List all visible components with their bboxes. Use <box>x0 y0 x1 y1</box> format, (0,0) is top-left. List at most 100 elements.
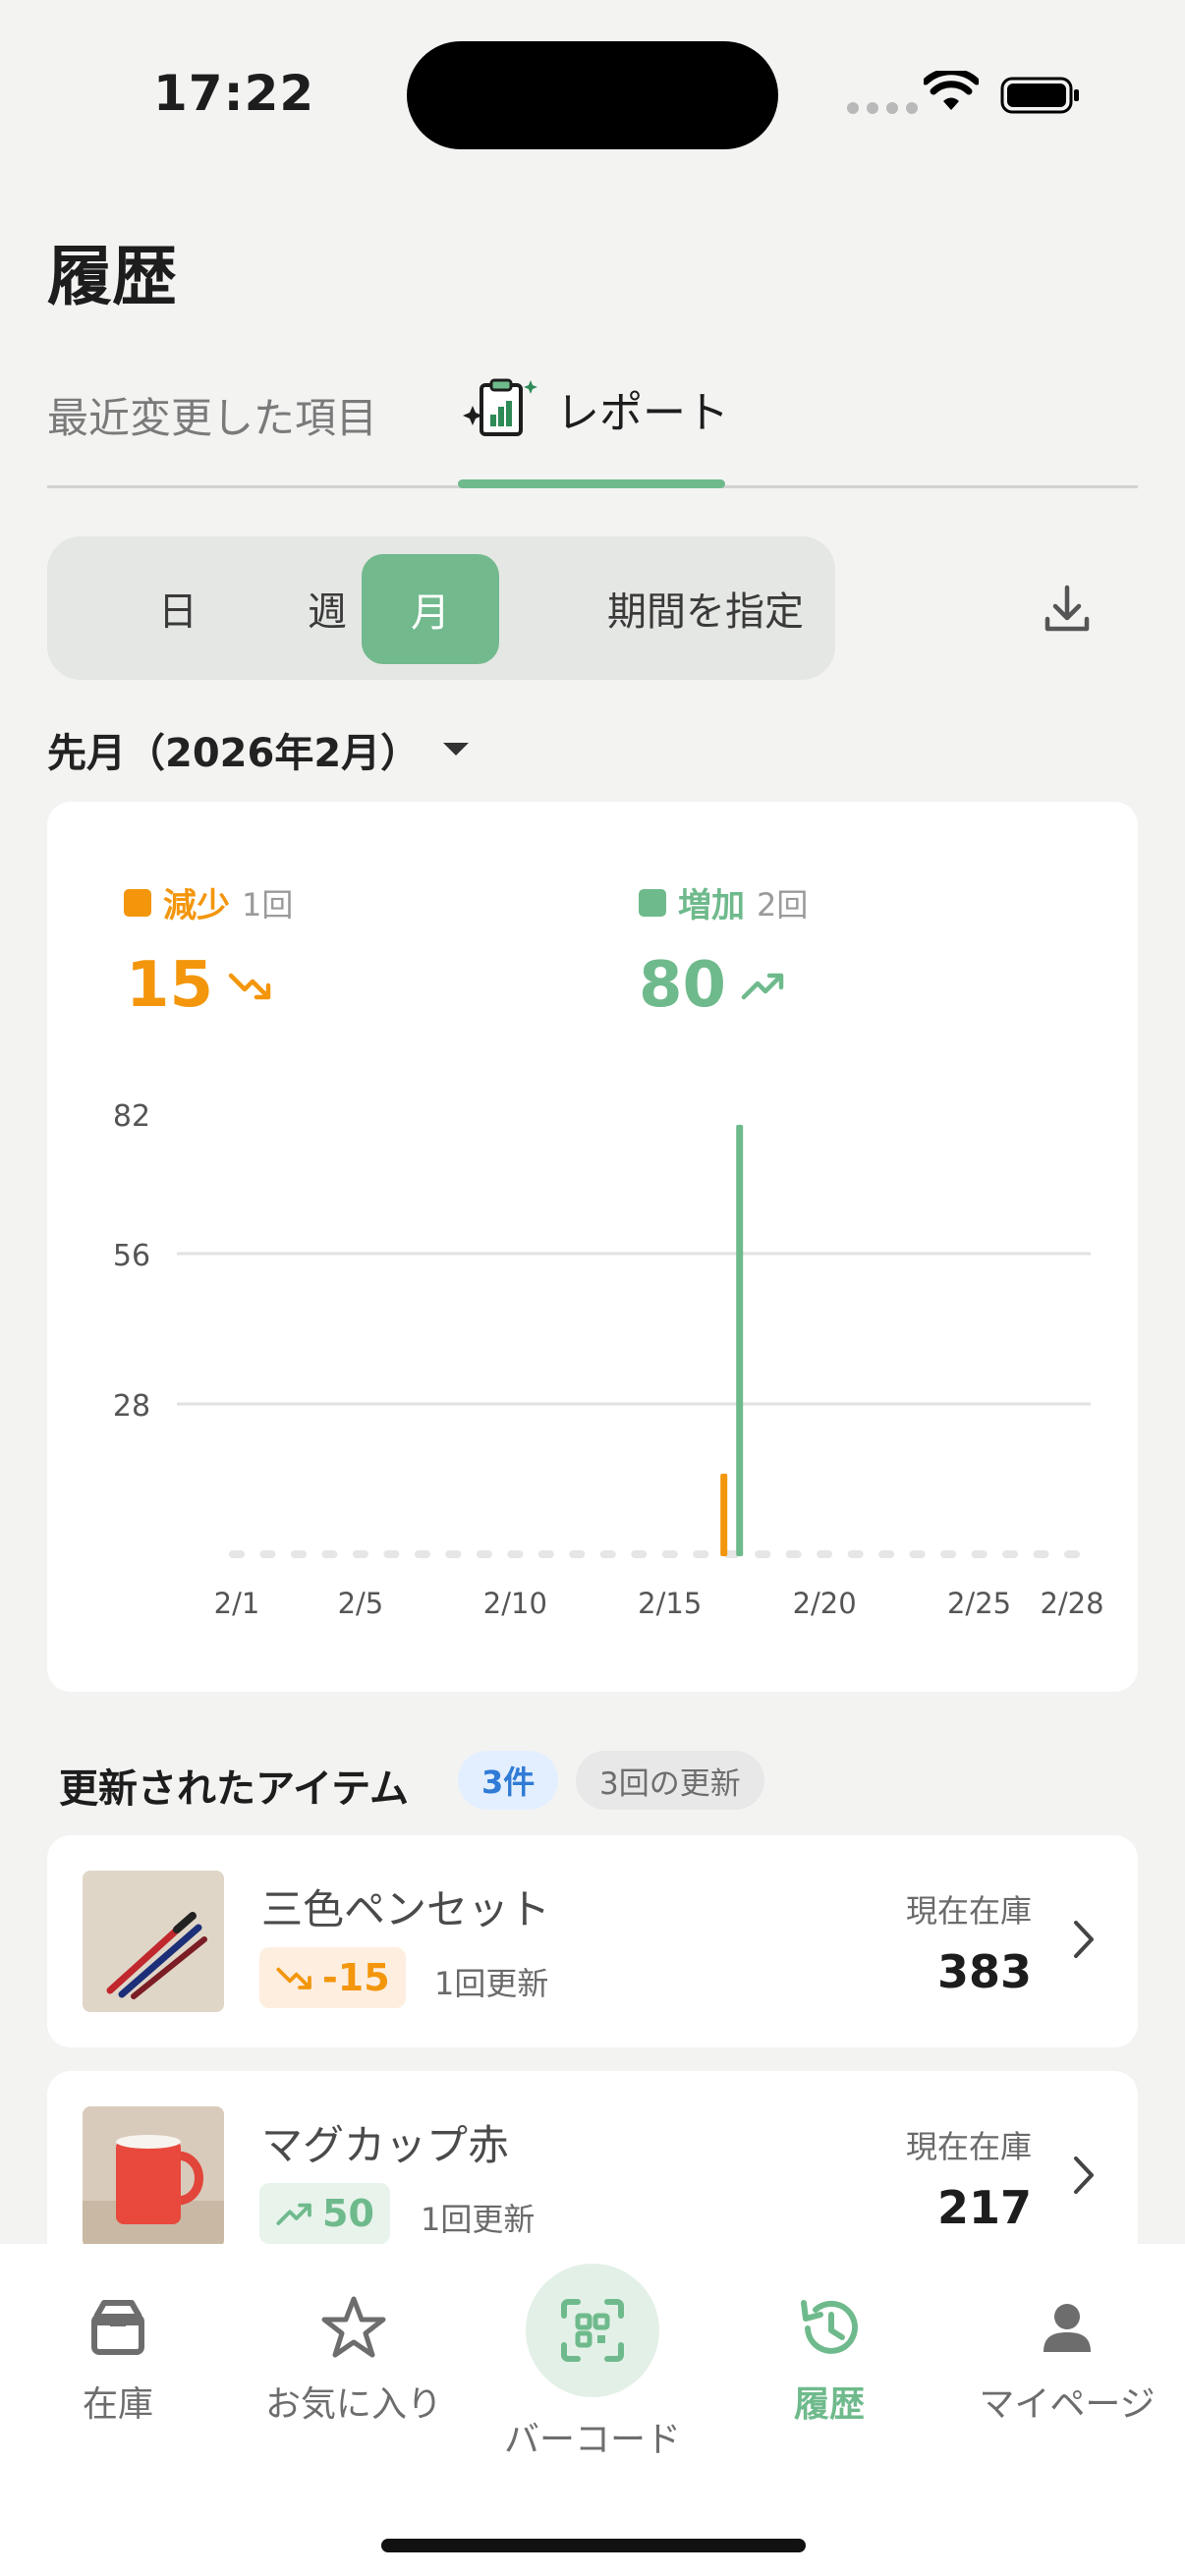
baseline-day-mark <box>599 1550 616 1558</box>
tab-report-label: レポート <box>556 388 729 438</box>
home-indicator <box>381 2539 806 2552</box>
item-name: マグカップ赤 <box>261 2121 510 2169</box>
y-tick-label: 82 <box>113 1099 150 1134</box>
x-tick-label: 2/1 <box>214 1587 260 1620</box>
baseline-day-mark <box>1064 1550 1080 1558</box>
baseline-day-mark <box>940 1550 957 1558</box>
items-count-badge: 3件 <box>458 1751 559 1810</box>
item-delta-value: -15 <box>322 1956 390 1999</box>
star-icon <box>321 2296 386 2358</box>
baseline-day-mark <box>755 1550 771 1558</box>
stock-label: 現在在庫 <box>905 2128 1032 2165</box>
stock-value: 383 <box>936 1945 1032 1998</box>
status-time: 17:22 <box>153 65 315 122</box>
cellular-signal-icon <box>847 102 918 114</box>
item-delta-badge: 50 <box>259 2183 390 2244</box>
baseline-day-mark <box>661 1550 678 1558</box>
baseline-day-mark <box>290 1550 307 1558</box>
x-tick-label: 2/10 <box>483 1587 547 1620</box>
y-tick-label: 28 <box>113 1389 150 1424</box>
x-tick-label: 2/15 <box>638 1587 702 1620</box>
nav-barcode-label: バーコード <box>503 2420 681 2460</box>
baseline-day-mark <box>909 1550 926 1558</box>
baseline-day-mark <box>693 1550 709 1558</box>
person-icon <box>1044 2304 1091 2352</box>
period-label: 先月（2026年2月） <box>47 731 421 776</box>
download-icon[interactable] <box>1038 580 1097 639</box>
report-chart-card: 減少 1回 増加 2回 15 80 28 56 82 2/1 2/5 2/10 2/15 2/… <box>47 802 1138 1692</box>
nav-history-label: 履歴 <box>793 2384 865 2425</box>
bottom-tab-bar: 在庫 お気に入り バーコード 履歴 マイページ <box>0 2244 1185 2576</box>
baseline-day-mark <box>878 1550 895 1558</box>
baseline-day-mark <box>476 1550 492 1558</box>
nav-history[interactable]: 履歴 <box>711 2293 947 2427</box>
baseline-day-mark <box>569 1550 586 1558</box>
x-tick-label: 2/5 <box>338 1587 384 1620</box>
pen-set-thumbnail <box>83 1871 224 2012</box>
decrease-bar <box>720 1474 728 1556</box>
baseline-day-mark <box>971 1550 988 1558</box>
item-delta-value: 50 <box>322 2192 374 2235</box>
x-tick-label: 2/28 <box>1040 1587 1103 1620</box>
report-clipboard-icon <box>463 378 537 436</box>
nav-stock[interactable]: 在庫 <box>0 2293 236 2427</box>
baseline-day-mark <box>445 1550 462 1558</box>
period-segmented-control: 日 週 月 期間を指定 <box>47 536 835 680</box>
baseline-day-mark <box>229 1550 245 1558</box>
baseline-day-mark <box>1002 1550 1019 1558</box>
x-tick-label: 2/25 <box>947 1587 1011 1620</box>
y-tick-label: 56 <box>113 1239 150 1273</box>
page-title: 履歴 <box>47 239 177 314</box>
dynamic-island <box>407 41 778 149</box>
baseline-day-mark <box>321 1550 338 1558</box>
baseline-day-mark <box>507 1550 524 1558</box>
report-bar-chart: 28 56 82 2/1 2/5 2/10 2/15 2/20 2/25 2/28 <box>113 1099 1104 1620</box>
item-update-count: 1回更新 <box>421 2201 536 2238</box>
tab-report[interactable]: レポート <box>462 377 729 440</box>
period-selector[interactable]: 先月（2026年2月） <box>47 721 471 778</box>
nav-stock-label: 在庫 <box>82 2384 153 2425</box>
trending-down-icon <box>276 1967 311 1989</box>
battery-icon <box>1000 77 1079 114</box>
tab-active-indicator <box>458 479 725 488</box>
stock-value: 217 <box>936 2181 1032 2234</box>
item-card-pen-set[interactable]: 三色ペンセット -15 1回更新 現在在庫 383 <box>47 1835 1138 2047</box>
nav-favorites-label: お気に入り <box>264 2384 442 2425</box>
baseline-day-mark <box>259 1550 276 1558</box>
barcode-button[interactable] <box>526 2264 659 2397</box>
baseline-day-mark <box>537 1550 554 1558</box>
red-mug-thumbnail <box>83 2106 224 2248</box>
barcode-scan-icon <box>561 2299 624 2362</box>
nav-favorites[interactable]: お気に入り <box>236 2293 472 2427</box>
increase-bar <box>736 1124 744 1556</box>
baseline-day-mark <box>383 1550 400 1558</box>
updates-count-badge: 3回の更新 <box>576 1751 764 1810</box>
segment-month[interactable]: 月 <box>362 554 499 664</box>
wifi-icon <box>924 71 979 110</box>
segment-day[interactable]: 日 <box>94 536 261 680</box>
segment-custom-period[interactable]: 期間を指定 <box>558 536 853 680</box>
baseline-day-mark <box>817 1550 833 1558</box>
baseline-day-mark <box>847 1550 864 1558</box>
item-name: 三色ペンセット <box>261 1885 551 1933</box>
chevron-right-icon <box>1074 1921 1094 1958</box>
nav-mypage-label: マイページ <box>979 2384 1156 2425</box>
baseline-day-mark <box>352 1550 368 1558</box>
item-delta-badge: -15 <box>259 1947 406 2008</box>
box-icon <box>91 2300 144 2355</box>
tab-recent-items[interactable]: 最近変更した項目 <box>47 385 377 445</box>
item-update-count: 1回更新 <box>434 1965 549 2002</box>
nav-mypage[interactable]: マイページ <box>949 2293 1185 2427</box>
trending-up-icon <box>276 2203 311 2225</box>
nav-barcode[interactable]: バーコード <box>475 2264 710 2462</box>
chevron-right-icon <box>1074 2156 1094 2194</box>
baseline-day-mark <box>785 1550 802 1558</box>
baseline-day-mark <box>1033 1550 1049 1558</box>
stock-label: 現在在庫 <box>905 1892 1032 1930</box>
baseline-day-mark <box>414 1550 430 1558</box>
x-tick-label: 2/20 <box>793 1587 857 1620</box>
history-icon <box>801 2300 858 2354</box>
updated-items-title: 更新されたアイテム <box>59 1766 409 1812</box>
caret-down-icon <box>443 743 470 756</box>
baseline-day-mark <box>631 1550 648 1558</box>
